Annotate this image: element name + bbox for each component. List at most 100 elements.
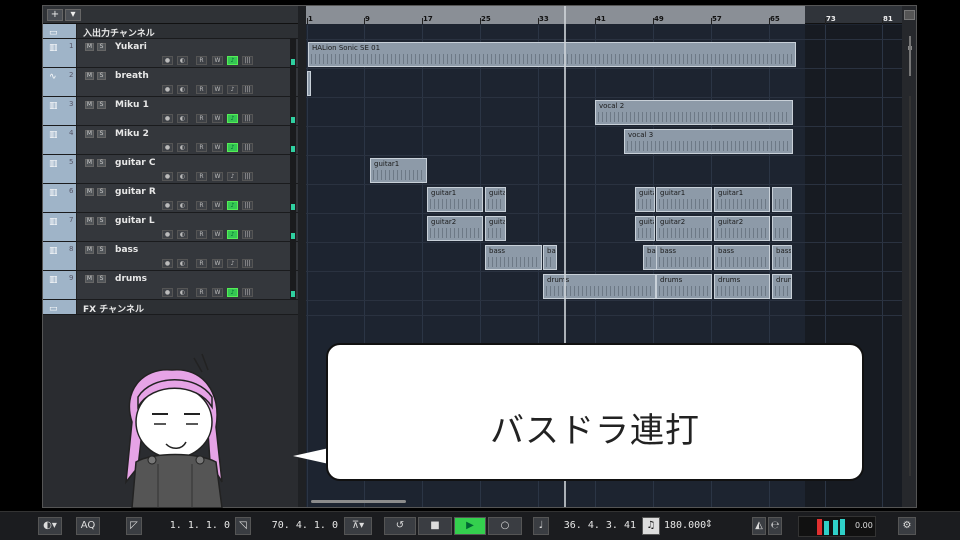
- write-automation-button[interactable]: W: [212, 85, 223, 94]
- solo-button[interactable]: S: [97, 159, 106, 167]
- track-name[interactable]: guitar C: [115, 158, 156, 168]
- track-name[interactable]: breath: [115, 71, 149, 81]
- instrument-monitor-toggle[interactable]: ♪: [227, 56, 238, 65]
- read-automation-button[interactable]: R: [196, 85, 207, 94]
- event-clip[interactable]: guita: [485, 216, 506, 241]
- track-row[interactable]: ▥ 6 guitar R M S ● ◐ R W ♪ |||: [43, 184, 298, 213]
- timeline-ruler[interactable]: 1 9 17 25 33 41 49 57 65 73 81: [306, 6, 902, 24]
- tempo-field[interactable]: 180.000: [664, 517, 706, 535]
- left-locator-icon[interactable]: ◸: [126, 517, 142, 535]
- write-automation-button[interactable]: W: [212, 143, 223, 152]
- instrument-monitor-toggle[interactable]: ♪: [227, 85, 238, 94]
- track-row[interactable]: ▥ 5 guitar C M S ● ◐ R W ♪ |||: [43, 155, 298, 184]
- track-lane[interactable]: [306, 214, 902, 243]
- record-enable-button[interactable]: ●: [162, 85, 173, 94]
- record-enable-button[interactable]: ●: [162, 201, 173, 210]
- record-enable-button[interactable]: ●: [162, 259, 173, 268]
- edit-channel-button[interactable]: |||: [242, 56, 253, 65]
- monitor-input-button[interactable]: ◐: [177, 114, 188, 123]
- event-clip[interactable]: guita: [485, 187, 506, 212]
- track-row[interactable]: ▭ FX チャンネル: [43, 300, 298, 315]
- audio-settings-button[interactable]: ◐▾: [38, 517, 62, 535]
- track-lane[interactable]: [306, 243, 902, 272]
- mute-button[interactable]: M: [85, 188, 94, 196]
- instrument-monitor-toggle[interactable]: ♪: [227, 201, 238, 210]
- write-automation-button[interactable]: W: [212, 172, 223, 181]
- track-name[interactable]: 入出力チャンネル: [83, 26, 155, 39]
- solo-button[interactable]: S: [97, 72, 106, 80]
- track-name[interactable]: guitar R: [115, 187, 156, 197]
- solo-button[interactable]: S: [97, 188, 106, 196]
- solo-button[interactable]: S: [97, 130, 106, 138]
- loop-range[interactable]: [306, 6, 805, 24]
- read-automation-button[interactable]: R: [196, 143, 207, 152]
- event-clip[interactable]: vocal 2: [595, 100, 793, 125]
- track-name[interactable]: FX チャンネル: [83, 302, 144, 315]
- event-clip[interactable]: guitar1: [370, 158, 427, 183]
- play-button[interactable]: ▶: [454, 517, 486, 535]
- read-automation-button[interactable]: R: [196, 230, 207, 239]
- track-name[interactable]: bass: [115, 245, 138, 255]
- monitor-input-button[interactable]: ◐: [177, 288, 188, 297]
- edit-channel-button[interactable]: |||: [242, 259, 253, 268]
- event-clip[interactable]: drums: [543, 274, 656, 299]
- event-clip[interactable]: guitar1: [656, 187, 712, 212]
- event-clip[interactable]: ba: [643, 245, 657, 270]
- record-enable-button[interactable]: ●: [162, 288, 173, 297]
- event-clip[interactable]: bass: [772, 245, 792, 270]
- track-row[interactable]: ▥ 4 Miku 2 M S ● ◐ R W ♪ |||: [43, 126, 298, 155]
- event-clip[interactable]: guitar2: [656, 216, 712, 241]
- track-row[interactable]: ▥ 7 guitar L M S ● ◐ R W ♪ |||: [43, 213, 298, 242]
- event-clip[interactable]: bass: [714, 245, 770, 270]
- mute-button[interactable]: M: [85, 43, 94, 51]
- tempo-stepper-icon[interactable]: ⇕: [704, 517, 714, 535]
- write-automation-button[interactable]: W: [212, 201, 223, 210]
- settings-gear-icon[interactable]: ⚙: [898, 517, 916, 535]
- mute-button[interactable]: M: [85, 275, 94, 283]
- record-enable-button[interactable]: ●: [162, 114, 173, 123]
- read-automation-button[interactable]: R: [196, 114, 207, 123]
- track-name[interactable]: guitar L: [115, 216, 155, 226]
- monitor-input-button[interactable]: ◐: [177, 230, 188, 239]
- monitor-input-button[interactable]: ◐: [177, 85, 188, 94]
- mute-button[interactable]: M: [85, 72, 94, 80]
- read-automation-button[interactable]: R: [196, 172, 207, 181]
- collapse-icon[interactable]: [904, 10, 915, 20]
- write-automation-button[interactable]: W: [212, 56, 223, 65]
- event-clip[interactable]: [307, 71, 311, 96]
- metronome-icon[interactable]: ◭: [752, 517, 766, 535]
- monitor-input-button[interactable]: ◐: [177, 172, 188, 181]
- solo-button[interactable]: S: [97, 246, 106, 254]
- event-clip[interactable]: bass: [485, 245, 542, 270]
- add-track-button[interactable]: +: [47, 9, 63, 21]
- track-lane[interactable]: [306, 127, 902, 156]
- mute-button[interactable]: M: [85, 217, 94, 225]
- edit-channel-button[interactable]: |||: [242, 172, 253, 181]
- instrument-monitor-toggle[interactable]: ♪: [227, 259, 238, 268]
- instrument-monitor-toggle[interactable]: ♪: [227, 114, 238, 123]
- record-enable-button[interactable]: ●: [162, 143, 173, 152]
- write-automation-button[interactable]: W: [212, 288, 223, 297]
- track-name[interactable]: Miku 2: [115, 129, 149, 139]
- read-automation-button[interactable]: R: [196, 259, 207, 268]
- tempo-track-icon[interactable]: ♫: [642, 517, 660, 535]
- instrument-monitor-toggle[interactable]: ♪: [227, 143, 238, 152]
- track-lane[interactable]: [306, 25, 902, 40]
- solo-button[interactable]: S: [97, 43, 106, 51]
- event-clip[interactable]: ba: [543, 245, 557, 270]
- record-enable-button[interactable]: ●: [162, 172, 173, 181]
- write-automation-button[interactable]: W: [212, 259, 223, 268]
- stop-button[interactable]: ■: [418, 517, 452, 535]
- horizontal-scroll-thumb[interactable]: [311, 500, 406, 503]
- track-lane[interactable]: [306, 69, 902, 98]
- edit-channel-button[interactable]: |||: [242, 114, 253, 123]
- vertical-zoom-slider[interactable]: [909, 36, 911, 76]
- track-row[interactable]: ∿ 2 breath M S ● ◐ R W ♪ |||: [43, 68, 298, 97]
- event-clip[interactable]: drun: [772, 274, 792, 299]
- track-name[interactable]: Miku 1: [115, 100, 149, 110]
- record-button[interactable]: ○: [488, 517, 522, 535]
- event-clip[interactable]: guitar1: [427, 187, 483, 212]
- edit-channel-button[interactable]: |||: [242, 288, 253, 297]
- vertical-scroll-track[interactable]: [909, 96, 911, 476]
- sync-icon[interactable]: ℮: [768, 517, 782, 535]
